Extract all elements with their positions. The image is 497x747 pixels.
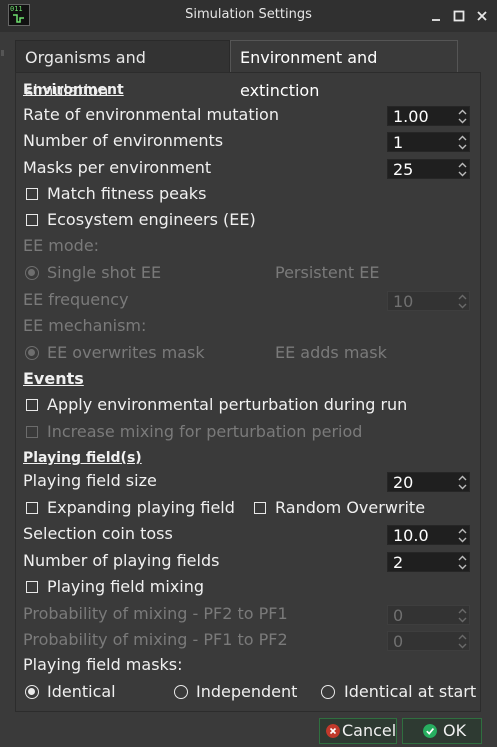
num-playing-fields-spinbox[interactable]: 2 — [387, 552, 470, 572]
rate-env-mutation-spinbox[interactable]: 1.00 — [387, 106, 470, 126]
spin-arrows-icon[interactable] — [458, 135, 467, 150]
close-icon[interactable] — [474, 8, 490, 24]
ee-mechanism-label: EE mechanism: — [23, 316, 147, 335]
ee-mode-label: EE mode: — [23, 236, 100, 255]
increase-mixing-label: Increase mixing for perturbation period — [47, 422, 363, 441]
spin-arrows-icon[interactable] — [458, 294, 467, 309]
masks-identical-at-start-label: Identical at start — [344, 682, 477, 701]
spin-arrows-icon[interactable] — [458, 109, 467, 124]
masks-per-environment-label: Masks per environment — [23, 158, 212, 177]
resize-grip — [1, 50, 4, 56]
playing-field-size-spinbox[interactable]: 20 — [387, 472, 470, 492]
masks-per-environment-spinbox[interactable]: 25 — [387, 159, 470, 179]
playing-field-masks-label: Playing field masks: — [23, 655, 183, 674]
spin-arrows-icon[interactable] — [458, 162, 467, 177]
rate-env-mutation-label: Rate of environmental mutation — [23, 105, 279, 124]
section-header-playing-fields: Playing field(s) — [23, 450, 142, 466]
ee-mode-persistent-label[interactable]: Persistent EE — [275, 263, 379, 283]
section-header-environment: Environment — [23, 82, 124, 98]
masks-independent-radio[interactable] — [174, 685, 188, 699]
masks-identical-label: Identical — [47, 682, 116, 701]
masks-independent-label: Independent — [196, 682, 298, 701]
window-title: Simulation Settings — [185, 7, 312, 22]
match-fitness-peaks-label: Match fitness peaks — [47, 184, 207, 203]
increase-mixing-checkbox[interactable] — [26, 426, 38, 438]
playing-field-size-label: Playing field size — [23, 471, 157, 490]
random-overwrite-label: Random Overwrite — [275, 498, 426, 517]
ok-button[interactable]: OK — [402, 718, 482, 744]
apply-perturbation-checkbox[interactable] — [26, 399, 38, 411]
tab-environment-and-extinction[interactable]: Environment and extinction — [230, 40, 458, 100]
random-overwrite-checkbox[interactable] — [254, 502, 266, 514]
spin-arrows-icon[interactable] — [458, 555, 467, 570]
ecosystem-engineers-checkbox[interactable] — [26, 214, 38, 226]
masks-identical-radio[interactable] — [25, 685, 39, 699]
num-environments-spinbox[interactable]: 1 — [387, 132, 470, 152]
ee-frequency-label: EE frequency — [23, 290, 129, 309]
prob-mixing-pf1-pf2-spinbox[interactable]: 0 — [387, 631, 470, 651]
ee-mode-single-shot-label: Single shot EE — [47, 263, 162, 282]
spin-arrows-icon[interactable] — [458, 608, 467, 623]
tab-organisms-and-simulation[interactable]: Organisms and simulation — [15, 40, 230, 100]
ee-overwrites-mask-radio[interactable] — [25, 346, 39, 360]
spin-arrows-icon[interactable] — [458, 475, 467, 490]
num-environments-label: Number of environments — [23, 131, 224, 150]
spin-arrows-icon[interactable] — [458, 528, 467, 543]
expanding-playing-field-label: Expanding playing field — [47, 498, 235, 517]
ee-adds-mask-label[interactable]: EE adds mask — [275, 343, 387, 363]
prob-mixing-pf2-pf1-spinbox[interactable]: 0 — [387, 605, 470, 625]
section-header-events: Events — [23, 369, 84, 388]
cancel-button[interactable]: Cancel — [319, 718, 397, 744]
masks-identical-at-start-radio[interactable] — [321, 685, 335, 699]
ee-frequency-spinbox[interactable]: 10 — [387, 291, 470, 311]
expanding-playing-field-checkbox[interactable] — [26, 502, 38, 514]
spin-arrows-icon[interactable] — [458, 634, 467, 649]
ee-overwrites-mask-label: EE overwrites mask — [47, 343, 205, 362]
num-playing-fields-label: Number of playing fields — [23, 551, 220, 570]
ee-mode-single-shot-radio[interactable] — [25, 266, 39, 280]
prob-mixing-pf1-pf2-label: Probability of mixing - PF1 to PF2 — [23, 630, 288, 649]
ecosystem-engineers-label: Ecosystem engineers (EE) — [47, 210, 256, 229]
maximize-icon[interactable] — [451, 8, 467, 24]
playing-field-mixing-label: Playing field mixing — [47, 577, 205, 596]
title-bar: 011 Simulation Settings — [0, 0, 497, 32]
checkmark-icon — [423, 724, 437, 738]
minimize-icon[interactable] — [428, 8, 444, 24]
match-fitness-peaks-checkbox[interactable] — [26, 188, 38, 200]
apply-perturbation-label: Apply environmental perturbation during … — [47, 395, 408, 414]
playing-field-mixing-checkbox[interactable] — [26, 581, 38, 593]
cancel-icon — [326, 724, 340, 738]
selection-coin-toss-spinbox[interactable]: 10.0 — [387, 525, 470, 545]
selection-coin-toss-label: Selection coin toss — [23, 524, 173, 543]
prob-mixing-pf2-pf1-label: Probability of mixing - PF2 to PF1 — [23, 604, 288, 623]
